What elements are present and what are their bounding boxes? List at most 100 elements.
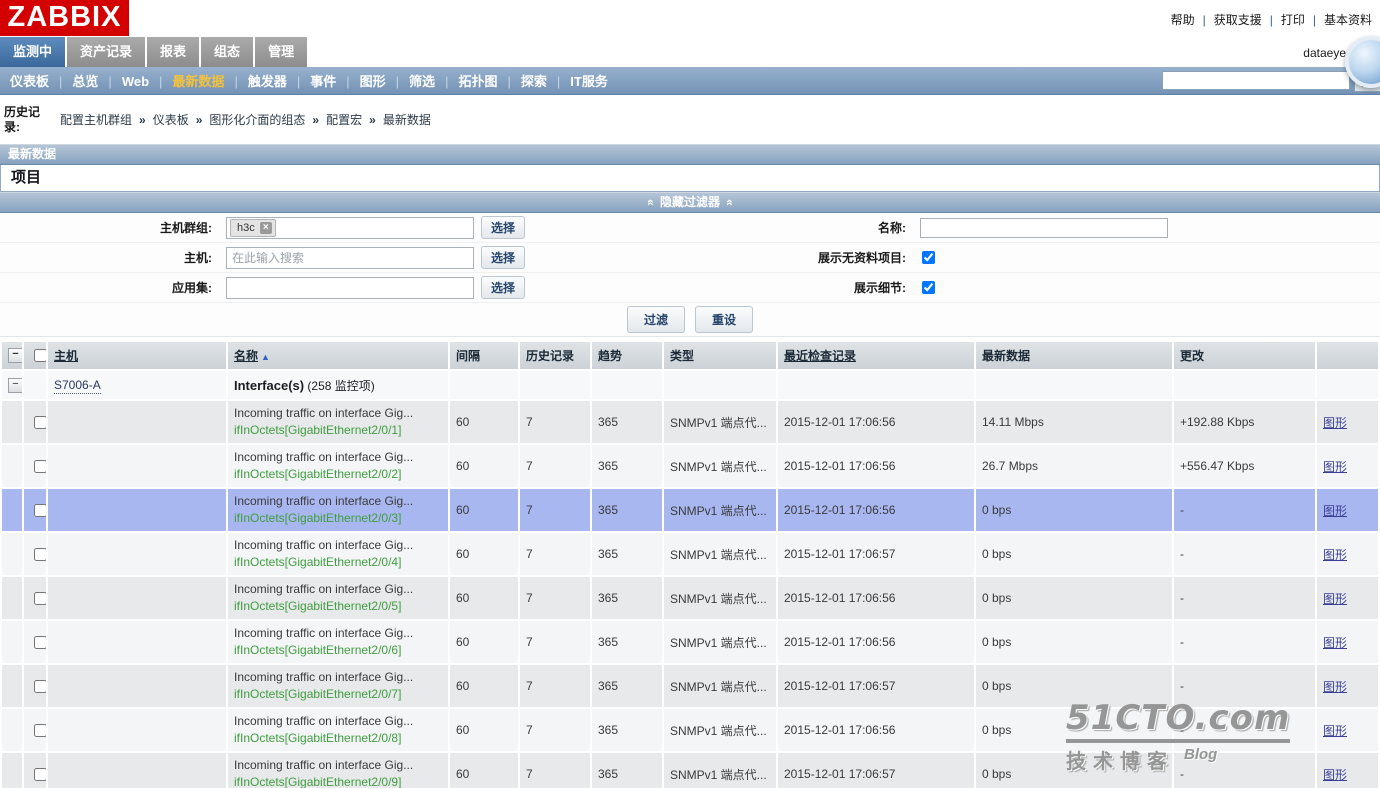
row-checkbox[interactable] (34, 723, 46, 737)
application-input[interactable] (230, 279, 470, 296)
cell-last-check: 2015-12-01 17:06:56 (778, 445, 974, 487)
item-key-link[interactable]: ifInOctets[GigabitEthernet2/0/2] (234, 466, 442, 483)
graph-link[interactable]: 图形 (1323, 504, 1347, 518)
item-key-link[interactable]: ifInOctets[GigabitEthernet2/0/8] (234, 730, 442, 747)
graph-link[interactable]: 图形 (1323, 460, 1347, 474)
select-host-group-button[interactable]: 选择 (481, 216, 526, 239)
item-key-link[interactable]: ifInOctets[GigabitEthernet2/0/5] (234, 598, 442, 615)
breadcrumb-link[interactable]: 图形化介面的组态 (189, 113, 306, 127)
main-nav: 监测中 资产记录 报表 组态 管理 dataeye- (0, 36, 1380, 88)
select-application-button[interactable]: 选择 (481, 276, 526, 299)
graph-link[interactable]: 图形 (1323, 548, 1347, 562)
sub-nav-item[interactable]: IT服务 (547, 74, 608, 89)
main-nav-tab[interactable]: 资产记录 (67, 37, 146, 67)
current-user[interactable]: dataeye- (1303, 46, 1350, 60)
host-group-input[interactable]: h3c (226, 216, 474, 239)
sub-nav-item[interactable]: 事件 (287, 74, 336, 89)
main-nav-tab[interactable]: 报表 (147, 37, 200, 67)
item-key-link[interactable]: ifInOctets[GigabitEthernet2/0/6] (234, 642, 442, 659)
sub-nav-item[interactable]: 最新数据 (149, 74, 224, 89)
cell-interval: 60 (450, 709, 518, 751)
breadcrumb-link[interactable]: 配置主机群组 (60, 113, 132, 127)
graph-link[interactable]: 图形 (1323, 768, 1347, 782)
item-name: Incoming traffic on interface Gig... (234, 450, 414, 464)
sub-nav-item[interactable]: 探索 (497, 74, 546, 89)
cell-name: Incoming traffic on interface Gig... ifI… (228, 489, 448, 531)
row-checkbox[interactable] (34, 591, 46, 605)
row-checkbox[interactable] (34, 547, 46, 561)
graph-link[interactable]: 图形 (1323, 724, 1347, 738)
breadcrumb-link[interactable]: 最新数据 (362, 113, 431, 127)
item-key-link[interactable]: ifInOctets[GigabitEthernet2/0/3] (234, 510, 442, 527)
select-all-checkbox[interactable] (34, 349, 46, 362)
filter-toggle-bar[interactable]: 隐藏过滤器 (0, 192, 1380, 213)
row-checkbox[interactable] (34, 459, 46, 473)
sub-nav-item[interactable]: Web (98, 74, 149, 89)
row-checkbox[interactable] (34, 415, 46, 429)
cell-history: 7 (520, 621, 590, 663)
graph-link[interactable]: 图形 (1323, 416, 1347, 430)
show-without-data-checkbox[interactable] (922, 251, 935, 264)
cell-last-value: 0 bps (976, 577, 1172, 619)
graph-link[interactable]: 图形 (1323, 680, 1347, 694)
remove-tag-icon[interactable] (259, 221, 272, 234)
search-input[interactable] (1162, 71, 1350, 90)
filter-actions: 过滤 重设 (0, 303, 1380, 337)
column-name[interactable]: 名称 (234, 349, 258, 363)
sub-nav-item[interactable]: 仪表板 (10, 74, 49, 89)
item-key-link[interactable]: ifInOctets[GigabitEthernet2/0/4] (234, 554, 442, 571)
cell-interval: 60 (450, 445, 518, 487)
host-input[interactable] (230, 249, 470, 266)
collapse-group-toggle[interactable]: − (8, 377, 22, 393)
item-key-link[interactable]: ifInOctets[GigabitEthernet2/0/7] (234, 686, 442, 703)
top-link[interactable]: 帮助 (1171, 13, 1195, 27)
top-link[interactable]: 获取支援 (1195, 13, 1262, 27)
show-details-checkbox[interactable] (922, 281, 935, 294)
main-nav-tab[interactable]: 管理 (255, 37, 308, 67)
select-host-button[interactable]: 选择 (481, 246, 526, 269)
column-host[interactable]: 主机 (54, 349, 78, 363)
column-last-check[interactable]: 最近检查记录 (784, 349, 856, 363)
sub-nav: 仪表板总览Web最新数据触发器事件图形筛选拓扑图探索IT服务 搜 (0, 67, 1380, 95)
row-checkbox[interactable] (34, 635, 46, 649)
cell-host (48, 401, 226, 443)
main-nav-tab[interactable]: 监测中 (0, 37, 66, 67)
host-link[interactable]: S7006-A (54, 378, 101, 394)
main-nav-tabs: 监测中 资产记录 报表 组态 管理 (0, 37, 1380, 67)
breadcrumb-link[interactable]: 仪表板 (132, 113, 189, 127)
sub-nav-item[interactable]: 图形 (336, 74, 385, 89)
sub-nav-item[interactable]: 筛选 (386, 74, 435, 89)
collapse-chevron-icon (641, 199, 660, 206)
sub-nav-item[interactable]: 总览 (49, 74, 98, 89)
cell-type: SNMPv1 端点代... (664, 489, 776, 531)
row-checkbox[interactable] (34, 679, 46, 693)
sub-nav-item[interactable]: 触发器 (224, 74, 286, 89)
zabbix-logo[interactable]: ZABBIX (0, 0, 129, 36)
item-key-link[interactable]: ifInOctets[GigabitEthernet2/0/9] (234, 774, 442, 788)
cell-last-value: 0 bps (976, 533, 1172, 575)
cell-interval: 60 (450, 401, 518, 443)
graph-link[interactable]: 图形 (1323, 636, 1347, 650)
column-type: 类型 (670, 349, 695, 363)
collapse-all-toggle[interactable]: − (8, 348, 22, 363)
cell-trends: 365 (592, 489, 662, 531)
graph-link[interactable]: 图形 (1323, 592, 1347, 606)
cell-trends: 365 (592, 401, 662, 443)
sub-nav-item[interactable]: 拓扑图 (435, 74, 497, 89)
top-link[interactable]: 打印 (1262, 13, 1305, 27)
row-checkbox[interactable] (34, 503, 46, 517)
cell-trends: 365 (592, 709, 662, 751)
cell-change: +192.88 Kbps (1174, 401, 1315, 443)
top-link[interactable]: 基本资料 (1305, 13, 1372, 27)
filter-form: 主机群组: h3c 选择 主机: 选择 应用集: (0, 213, 1380, 303)
breadcrumb-link[interactable]: 配置宏 (305, 113, 362, 127)
cell-history: 7 (520, 445, 590, 487)
name-filter-input[interactable] (920, 217, 1168, 238)
filter-button[interactable]: 过滤 (626, 306, 685, 333)
main-nav-tab[interactable]: 组态 (201, 37, 254, 67)
reset-button[interactable]: 重设 (695, 306, 754, 333)
row-checkbox[interactable] (34, 767, 46, 781)
cell-type: SNMPv1 端点代... (664, 401, 776, 443)
item-key-link[interactable]: ifInOctets[GigabitEthernet2/0/1] (234, 422, 442, 439)
cell-name: Incoming traffic on interface Gig... ifI… (228, 621, 448, 663)
